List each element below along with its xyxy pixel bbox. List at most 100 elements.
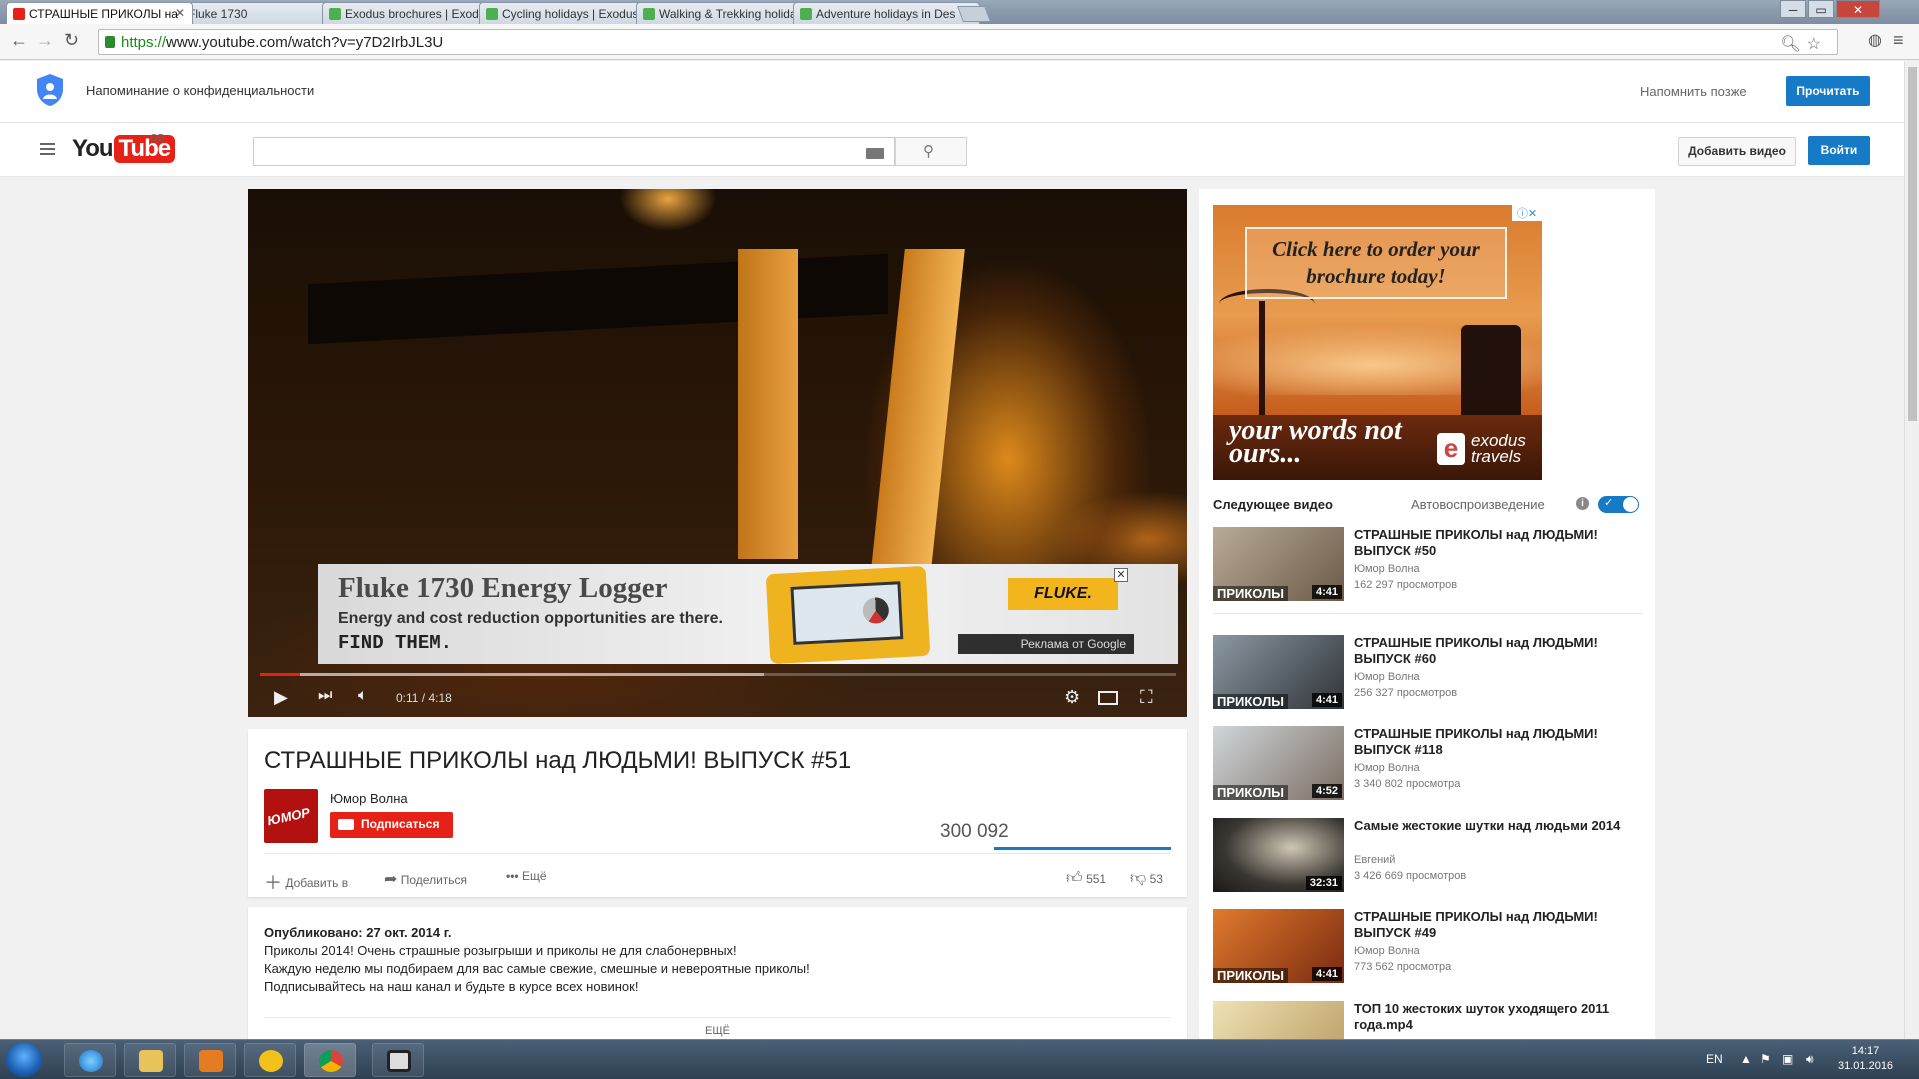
guide-menu-icon[interactable] [40, 143, 55, 155]
volume-tray-icon[interactable]: 🔊︎ [1806, 1052, 1814, 1067]
reload-icon[interactable]: ↻ [64, 30, 79, 51]
start-button[interactable] [6, 1043, 42, 1077]
settings-gear-icon[interactable]: ⚙ [1064, 687, 1080, 708]
subscribe-button[interactable]: Подписаться [330, 812, 453, 838]
search-input[interactable] [253, 137, 895, 166]
taskbar-window[interactable] [372, 1043, 424, 1077]
taskbar-chrome[interactable] [304, 1043, 356, 1077]
more-actions-button[interactable]: ••• Ещё [506, 869, 547, 883]
tab-youtube[interactable]: СТРАШНЫЕ ПРИКОЛЫ на ✕ [6, 2, 193, 24]
maximize-button[interactable]: ▭ [1808, 0, 1834, 18]
video-duration: 4:52 [1311, 784, 1342, 798]
minimize-button[interactable]: ─ [1780, 0, 1806, 18]
remind-later-button[interactable]: Напомнить позже [1640, 84, 1747, 99]
zoom-icon[interactable]: 🔍︎☆ [1780, 34, 1827, 54]
video-thumbnail[interactable] [1213, 1001, 1344, 1039]
dislike-button[interactable]: 👎︎ 53 [1130, 869, 1163, 888]
network-icon[interactable]: ▣ [1782, 1052, 1793, 1066]
video-thumbnail[interactable]: ПРИКОЛЫ 4:52 [1213, 726, 1344, 800]
read-privacy-button[interactable]: Прочитать [1786, 76, 1870, 106]
video-player[interactable]: Fluke 1730 Energy Logger Energy and cost… [248, 189, 1187, 717]
taskbar-app[interactable] [244, 1043, 296, 1077]
extension-globe-icon[interactable]: ◍ [1868, 30, 1882, 50]
logo-you-text: You [72, 135, 114, 162]
video-duration: 4:41 [1311, 585, 1342, 599]
ad-tagline: your words not ours... [1229, 415, 1402, 469]
close-window-button[interactable]: ✕ [1836, 0, 1880, 18]
video-thumbnail[interactable]: ПРИКОЛЫ 4:41 [1213, 527, 1344, 601]
plus-icon: ＋ [264, 873, 282, 893]
related-video-item[interactable]: ПРИКОЛЫ 4:41 СТРАШНЫЕ ПРИКОЛЫ над ЛЮДЬМИ!… [1213, 527, 1643, 602]
video-thumbnail[interactable]: ПРИКОЛЫ 4:41 [1213, 635, 1344, 709]
play-icon[interactable]: ▶ [274, 687, 288, 708]
search-button[interactable]: ⚲ [895, 137, 967, 166]
related-video-channel: Юмор Волна [1354, 671, 1420, 683]
channel-avatar[interactable]: ЮМОР [264, 789, 318, 843]
warning-triangle-icon [259, 1050, 283, 1072]
related-video-title[interactable]: Самые жестокие шутки над людьми 2014 [1354, 818, 1644, 834]
youtube-logo[interactable]: You Tube GB [72, 133, 176, 165]
share-label: Поделиться [400, 873, 468, 887]
related-video-item[interactable]: ПРИКОЛЫ 4:52 СТРАШНЫЕ ПРИКОЛЫ над ЛЮДЬМИ!… [1213, 726, 1643, 801]
related-video-item[interactable]: ПРИКОЛЫ 4:41 СТРАШНЫЕ ПРИКОЛЫ над ЛЮДЬМИ!… [1213, 909, 1643, 984]
menu-icon[interactable]: ≡ [1893, 30, 1904, 51]
related-video-title[interactable]: ТОП 10 жестоких шуток уходящего 2011 год… [1354, 1001, 1644, 1033]
address-bar[interactable]: https://www.youtube.com/watch?v=y7D2IrbJ… [98, 29, 1838, 55]
progress-bar[interactable] [260, 673, 1176, 676]
upload-video-button[interactable]: Добавить видео [1678, 137, 1796, 166]
ad-choices-icon[interactable]: ⓘ✕ [1512, 205, 1542, 221]
related-video-title[interactable]: СТРАШНЫЕ ПРИКОЛЫ над ЛЮДЬМИ! ВЫПУСК #49 [1354, 909, 1644, 941]
taskbar-ie[interactable] [64, 1043, 116, 1077]
autoplay-toggle[interactable]: ✓ [1598, 496, 1639, 513]
ads-by-google-label[interactable]: Реклама от Google [958, 634, 1134, 654]
related-video-title[interactable]: СТРАШНЫЕ ПРИКОЛЫ над ЛЮДЬМИ! ВЫПУСК #50 [1354, 527, 1644, 559]
view-count: 300 092 [940, 821, 1009, 842]
keyboard-icon[interactable] [866, 148, 884, 159]
taskbar-explorer[interactable] [124, 1043, 176, 1077]
like-button[interactable]: 👍︎ 551 [1066, 869, 1106, 888]
tab-title: Adventure holidays in Des [816, 7, 956, 21]
theater-mode-icon[interactable] [1098, 691, 1118, 705]
add-to-button[interactable]: ＋ Добавить в [264, 869, 348, 895]
related-video-title[interactable]: СТРАШНЫЕ ПРИКОЛЫ над ЛЮДЬМИ! ВЫПУСК #60 [1354, 635, 1644, 667]
description-line: Приколы 2014! Очень страшные розыгрыши и… [264, 943, 737, 958]
channel-name[interactable]: Юмор Волна [330, 791, 408, 806]
related-video-views: 3 426 669 просмотров [1354, 870, 1467, 882]
related-video-item[interactable]: ТОП 10 жестоких шуток уходящего 2011 год… [1213, 1001, 1643, 1039]
brochure-cta[interactable]: Click here to order your brochure today! [1245, 227, 1507, 299]
player-controls: ▶ ⏭ 🔈︎ 0:11 / 4:18 ⚙ ⛶ [248, 679, 1187, 717]
related-video-item[interactable]: ПРИКОЛЫ 4:41 СТРАШНЫЕ ПРИКОЛЫ над ЛЮДЬМИ!… [1213, 635, 1643, 710]
next-video-icon[interactable]: ⏭ [318, 687, 332, 705]
language-indicator[interactable]: EN [1706, 1052, 1723, 1066]
exodus-display-ad[interactable]: Click here to order your brochure today!… [1213, 205, 1542, 480]
video-thumbnail[interactable]: 32:31 [1213, 818, 1344, 892]
tab-adventure-holidays[interactable]: Adventure holidays in Des ✕ [793, 2, 980, 24]
window-thumbnail-icon [387, 1050, 411, 1072]
thumbnail-caption: ПРИКОЛЫ [1213, 968, 1288, 983]
sign-in-button[interactable]: Войти [1808, 136, 1870, 165]
new-tab-button[interactable] [957, 6, 991, 22]
divider [264, 1017, 1171, 1018]
show-more-button[interactable]: ЕЩЁ [248, 1025, 1187, 1037]
overlay-ad[interactable]: Fluke 1730 Energy Logger Energy and cost… [318, 564, 1178, 665]
related-video-item[interactable]: 32:31 Самые жестокие шутки над людьми 20… [1213, 818, 1643, 893]
volume-icon[interactable]: 🔈︎ [358, 687, 368, 705]
overlay-ad-close-icon[interactable]: ✕ [1114, 568, 1128, 582]
tab-close-icon[interactable]: ✕ [175, 6, 185, 20]
video-thumbnail[interactable]: ПРИКОЛЫ 4:41 [1213, 909, 1344, 983]
related-video-title[interactable]: СТРАШНЫЕ ПРИКОЛЫ над ЛЮДЬМИ! ВЫПУСК #118 [1354, 726, 1644, 758]
scrollbar-thumb[interactable] [1908, 67, 1917, 421]
taskbar-media-player[interactable] [184, 1043, 236, 1077]
system-clock[interactable]: 14:17 31.01.2016 [1838, 1044, 1893, 1074]
energy-logger-image [765, 565, 931, 665]
description-card: Опубликовано: 27 окт. 2014 г. Приколы 20… [248, 907, 1187, 1039]
fullscreen-icon[interactable]: ⛶ [1140, 687, 1153, 708]
info-icon[interactable]: i [1576, 497, 1589, 510]
share-button[interactable]: ➦ Поделиться [384, 869, 467, 889]
forward-arrow-icon[interactable]: → [36, 30, 54, 51]
related-video-channel: Евгений [1354, 854, 1396, 866]
action-center-flag-icon[interactable]: ⚑ [1760, 1052, 1771, 1066]
show-hidden-icons[interactable]: ▲ [1740, 1052, 1752, 1066]
page-scrollbar[interactable] [1904, 61, 1919, 1039]
back-arrow-icon[interactable]: ← [10, 30, 28, 51]
